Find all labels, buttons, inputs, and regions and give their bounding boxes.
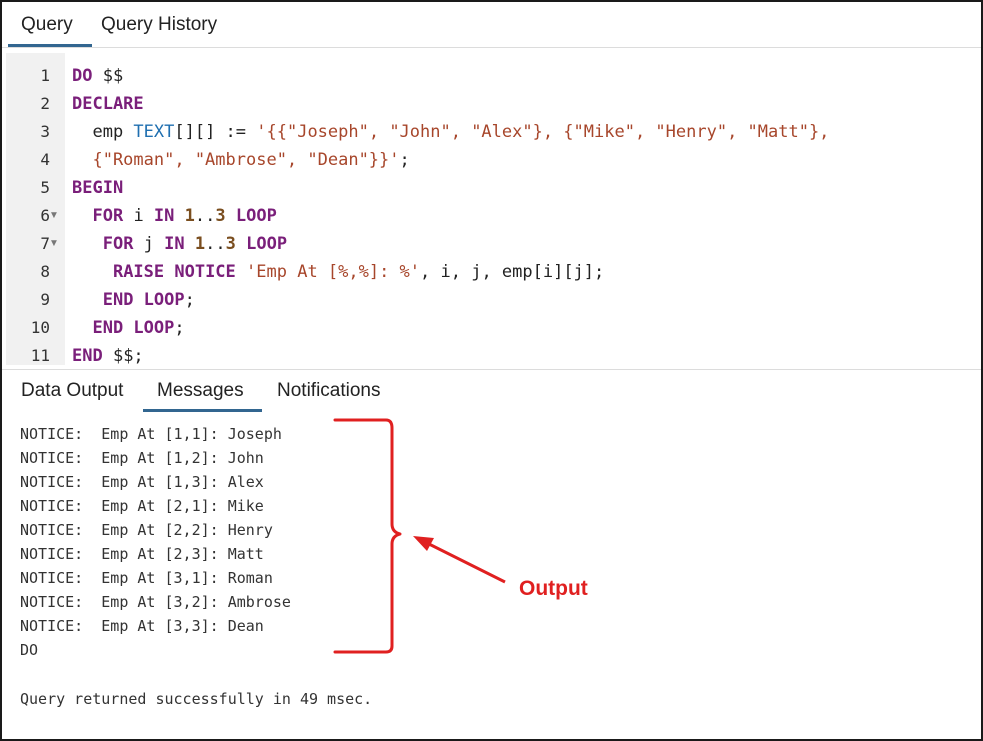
curly-brace-annotation bbox=[333, 418, 402, 654]
output-annotation-label: Output bbox=[519, 577, 588, 600]
annotation-overlay bbox=[333, 418, 506, 654]
arrow-head-icon bbox=[413, 536, 434, 551]
arrow-shaft bbox=[424, 540, 506, 584]
